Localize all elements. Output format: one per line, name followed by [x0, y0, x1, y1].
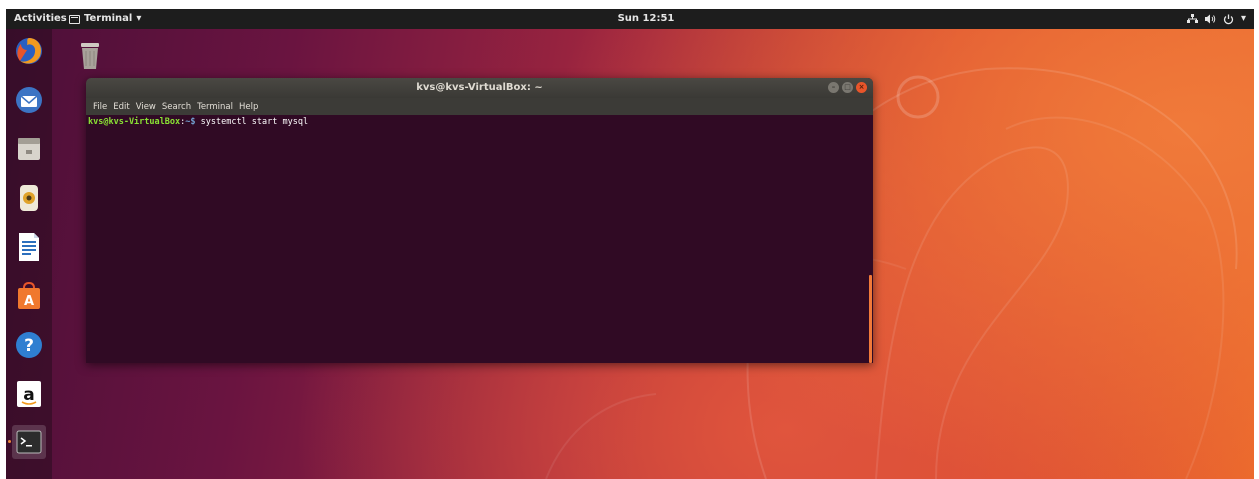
dock-item-rhythmbox[interactable]	[12, 181, 46, 215]
window-titlebar[interactable]: kvs@kvs-VirtualBox: ~ – □ ×	[86, 78, 873, 98]
clock[interactable]: Sun 12:51	[616, 9, 676, 29]
menu-terminal[interactable]: Terminal	[194, 102, 236, 112]
network-icon	[1186, 14, 1198, 23]
firefox-icon	[16, 38, 42, 64]
volume-icon	[1204, 14, 1216, 24]
svg-text:?: ?	[24, 336, 34, 356]
top-bar: Activities Terminal ▾ Sun 12:51 ▾	[6, 9, 1254, 29]
running-indicator	[8, 440, 11, 443]
dock-item-thunderbird[interactable]	[12, 83, 46, 117]
menu-edit[interactable]: Edit	[110, 102, 132, 112]
power-icon	[1223, 14, 1234, 24]
dock-item-software-center[interactable]: A	[12, 279, 46, 313]
dock-item-firefox[interactable]	[12, 34, 46, 68]
command-text: systemctl start mysql	[195, 117, 309, 127]
menu-file[interactable]: File	[90, 102, 110, 112]
command-line: kvs@kvs-VirtualBox:~$ systemctl start my…	[88, 117, 871, 127]
maximize-button[interactable]: □	[842, 82, 853, 93]
rhythmbox-icon	[20, 185, 38, 211]
chevron-down-icon: ▾	[136, 13, 142, 24]
dock-item-help[interactable]: ?	[12, 328, 46, 362]
software-center-icon: A	[18, 281, 40, 309]
terminal-body[interactable]: kvs@kvs-VirtualBox:~$ systemctl start my…	[86, 115, 873, 363]
svg-text:A: A	[24, 294, 34, 309]
scrollbar-thumb[interactable]	[869, 275, 872, 363]
dock-item-terminal[interactable]	[8, 425, 46, 459]
terminal-app-icon	[69, 14, 80, 24]
dock-item-libreoffice-writer[interactable]	[12, 230, 46, 264]
desktop: Activities Terminal ▾ Sun 12:51 ▾ A ? a …	[6, 9, 1254, 479]
libreoffice-writer-icon	[19, 233, 39, 261]
prompt-user: kvs@kvs-VirtualBox	[88, 117, 181, 127]
menu-help[interactable]: Help	[236, 102, 261, 112]
window-title: kvs@kvs-VirtualBox: ~	[416, 82, 543, 93]
terminal-menubar: File Edit View Search Terminal Help	[86, 98, 873, 115]
activities-button[interactable]: Activities	[14, 9, 67, 29]
app-menu-label: Terminal	[84, 13, 133, 24]
dock-item-amazon[interactable]: a	[12, 377, 46, 411]
thunderbird-icon	[16, 87, 42, 113]
prompt-path: ~$	[185, 117, 196, 127]
minimize-button[interactable]: –	[828, 82, 839, 93]
system-tray[interactable]: ▾	[1186, 9, 1246, 29]
help-icon: ?	[16, 332, 42, 358]
menu-view[interactable]: View	[133, 102, 159, 112]
dock: A ? a	[6, 29, 52, 479]
terminal-window[interactable]: kvs@kvs-VirtualBox: ~ – □ × File Edit Vi…	[86, 78, 873, 363]
terminal-icon	[16, 430, 42, 454]
trash-icon[interactable]	[78, 41, 102, 71]
svg-text:a: a	[23, 385, 34, 405]
menu-search[interactable]: Search	[159, 102, 194, 112]
window-controls: – □ ×	[828, 82, 867, 93]
chevron-down-icon: ▾	[1240, 13, 1246, 24]
dock-item-files[interactable]	[12, 132, 46, 166]
app-menu-button[interactable]: Terminal ▾	[69, 9, 141, 29]
amazon-icon: a	[17, 381, 41, 407]
files-icon	[18, 138, 40, 160]
scrollbar[interactable]	[868, 115, 873, 363]
close-button[interactable]: ×	[856, 82, 867, 93]
